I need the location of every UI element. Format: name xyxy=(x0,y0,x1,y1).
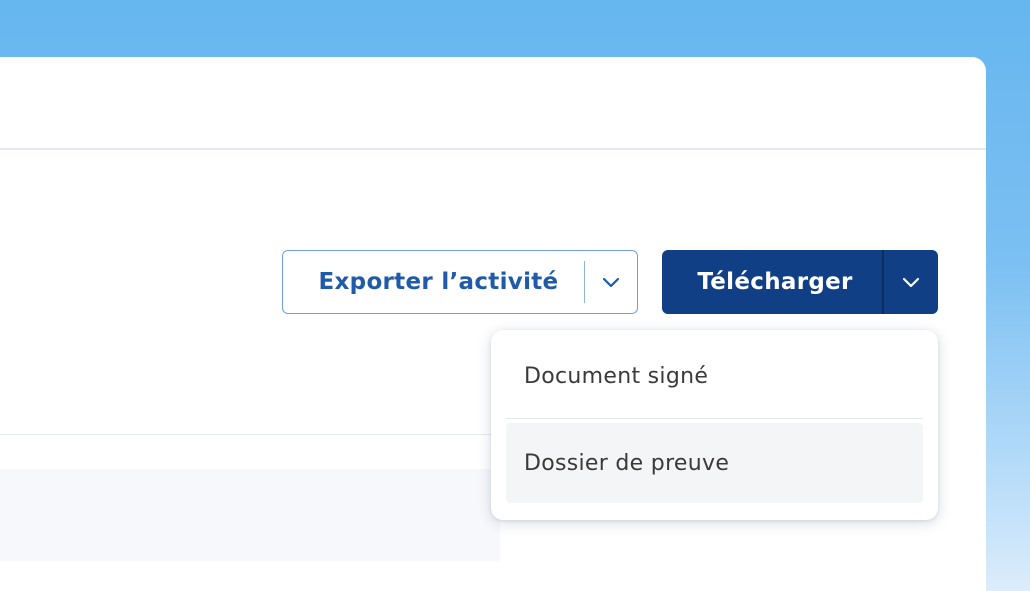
download-button[interactable]: Télécharger xyxy=(662,250,882,314)
chevron-down-icon xyxy=(602,277,620,288)
download-label: Télécharger xyxy=(697,269,853,295)
download-split-button: Télécharger xyxy=(662,250,938,314)
download-options-toggle[interactable] xyxy=(884,250,938,314)
menu-divider xyxy=(506,418,923,419)
table-header-row xyxy=(0,469,500,561)
header-divider xyxy=(0,148,986,150)
menu-item-signed-document[interactable]: Document signé xyxy=(506,336,923,416)
section-divider xyxy=(0,434,500,435)
menu-item-proof-file[interactable]: Dossier de preuve xyxy=(506,423,923,503)
menu-item-label: Dossier de preuve xyxy=(524,450,730,476)
export-activity-split-button: Exporter l’activité xyxy=(282,250,638,314)
export-activity-label: Exporter l’activité xyxy=(318,269,559,295)
export-options-toggle[interactable] xyxy=(585,251,637,313)
chevron-down-icon xyxy=(902,277,920,288)
menu-item-label: Document signé xyxy=(524,363,709,389)
download-dropdown-menu: Document signé Dossier de preuve xyxy=(491,330,938,520)
export-activity-button[interactable]: Exporter l’activité xyxy=(283,251,584,313)
